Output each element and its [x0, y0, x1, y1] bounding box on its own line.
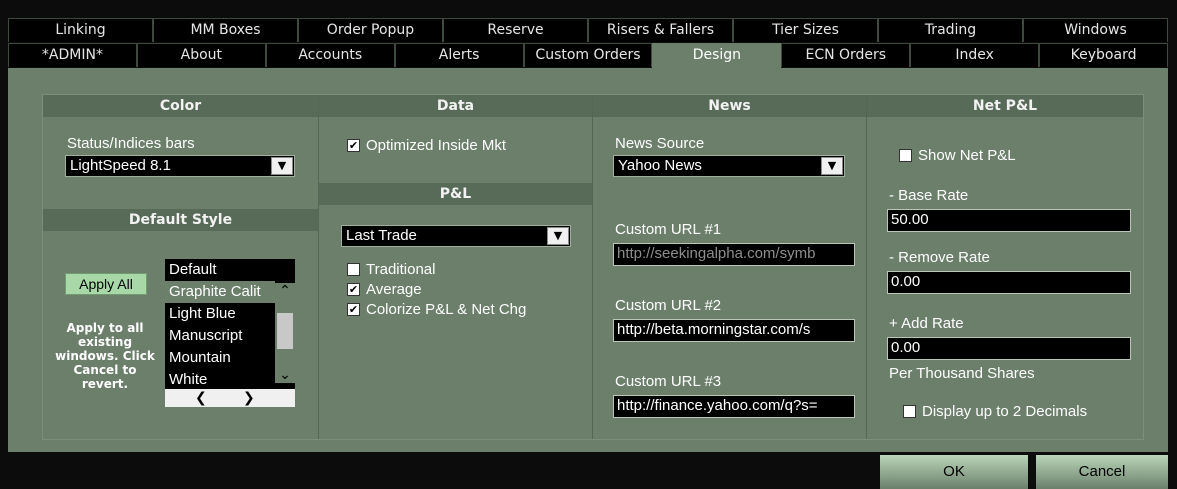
remove-rate-label: - Remove Rate [889, 249, 990, 266]
tab-ecn-orders[interactable]: ECN Orders [781, 43, 911, 67]
tab-design[interactable]: Design [652, 43, 782, 69]
scroll-thumb[interactable] [277, 313, 293, 349]
add-rate-field[interactable]: 0.00 [887, 337, 1131, 360]
tab-about[interactable]: About [136, 43, 266, 67]
average-box[interactable]: ✔ [347, 283, 360, 296]
optimized-label: Optimized Inside Mkt [366, 137, 507, 154]
pnl-mode-select[interactable]: Last Trade ▼ [341, 225, 571, 247]
settings-frame: Color Status/Indices bars LightSpeed 8.1… [42, 94, 1144, 440]
colorize-label: Colorize P&L & Net Chg [366, 301, 527, 318]
per-thousand-shares-label: Per Thousand Shares [889, 365, 1035, 382]
pnl-mode-value: Last Trade [346, 227, 417, 244]
list-item[interactable]: Light Blue [165, 303, 275, 325]
traditional-box[interactable] [347, 263, 360, 276]
traditional-checkbox[interactable]: Traditional [347, 261, 435, 278]
ok-button-label: OK [943, 463, 965, 480]
tab-row-1: Linking MM Boxes Order Popup Reserve Risers … [8, 18, 1168, 42]
tab-custom-orders[interactable]: Custom Orders [523, 43, 653, 67]
status-indices-label: Status/Indices bars [67, 135, 195, 152]
tab-admin[interactable]: *ADMIN* [8, 43, 137, 67]
colorize-checkbox[interactable]: ✔ Colorize P&L & Net Chg [347, 301, 526, 318]
scroll-down-icon[interactable]: ⌄ [275, 367, 295, 383]
tab-accounts[interactable]: Accounts [265, 43, 395, 67]
tab-risers-fallers[interactable]: Risers & Fallers [588, 18, 733, 42]
news-source-value: Yahoo News [618, 157, 702, 174]
news-source-label: News Source [615, 135, 705, 152]
list-item[interactable]: Default [165, 259, 275, 281]
custom-url2-label: Custom URL #2 [615, 297, 722, 314]
chevron-down-icon[interactable]: ▼ [821, 157, 843, 175]
scroll-left-icon[interactable]: ❮ [195, 389, 207, 407]
default-style-header: Default Style [43, 209, 318, 231]
cancel-button-label: Cancel [1078, 463, 1126, 480]
chevron-down-icon[interactable]: ▼ [271, 157, 293, 175]
base-rate-label: - Base Rate [889, 187, 969, 204]
style-items: Default Graphite Calit Light Blue Manuscrip… [165, 259, 275, 391]
style-hscroll[interactable]: ❮ ❯ [165, 389, 295, 407]
news-column: News News Source Yahoo News ▼ Custom URL… [593, 95, 867, 439]
ok-button[interactable]: OK [880, 455, 1028, 489]
design-panel: Color Status/Indices bars LightSpeed 8.1… [8, 68, 1168, 452]
custom-url3-field[interactable]: http://finance.yahoo.com/q?s= [613, 395, 855, 418]
colorize-box[interactable]: ✔ [347, 303, 360, 316]
cancel-button[interactable]: Cancel [1036, 455, 1168, 489]
net-pnl-header: Net P&L [867, 95, 1143, 117]
news-header: News [593, 95, 866, 117]
average-label: Average [366, 281, 422, 298]
optimized-inside-mkt-checkbox[interactable]: ✔ Optimized Inside Mkt [347, 137, 506, 154]
custom-url2-field[interactable]: http://beta.morningstar.com/s [613, 319, 855, 342]
custom-url1-field[interactable]: http://seekingalpha.com/symb [613, 243, 855, 266]
tab-keyboard[interactable]: Keyboard [1039, 43, 1169, 67]
tab-windows[interactable]: Windows [1023, 18, 1168, 42]
tab-order-popup[interactable]: Order Popup [298, 18, 443, 42]
tab-trading[interactable]: Trading [878, 18, 1023, 42]
tab-index[interactable]: Index [910, 43, 1040, 67]
tab-alerts[interactable]: Alerts [394, 43, 524, 67]
traditional-label: Traditional [366, 261, 436, 278]
net-pnl-column: Net P&L Show Net P&L - Base Rate 50.00 -… [867, 95, 1143, 439]
style-list[interactable]: Default Graphite Calit Light Blue Manuscrip… [165, 259, 295, 407]
list-item[interactable]: Graphite Calit [165, 281, 275, 303]
data-header: Data [319, 95, 592, 117]
scroll-up-icon[interactable]: ⌃ [275, 283, 295, 299]
tab-linking[interactable]: Linking [8, 18, 153, 42]
style-vscroll[interactable]: ⌃ ⌄ [275, 283, 295, 383]
custom-url1-label: Custom URL #1 [615, 221, 722, 238]
chevron-down-icon[interactable]: ▼ [547, 227, 569, 245]
display-decimals-checkbox[interactable]: Display up to 2 Decimals [903, 403, 1087, 420]
tab-row-2: *ADMIN* About Accounts Alerts Custom Orders D… [8, 43, 1169, 69]
pnl-header: P&L [319, 183, 592, 205]
show-net-pnl-checkbox[interactable]: Show Net P&L [899, 147, 1016, 164]
tab-mm-boxes[interactable]: MM Boxes [153, 18, 298, 42]
apply-all-button[interactable]: Apply All [65, 273, 147, 295]
news-source-select[interactable]: Yahoo News ▼ [613, 155, 845, 177]
show-net-pnl-box[interactable] [899, 149, 912, 162]
display-decimals-box[interactable] [903, 405, 916, 418]
add-rate-label: + Add Rate [889, 315, 964, 332]
scroll-right-icon[interactable]: ❯ [243, 389, 255, 407]
color-column: Color Status/Indices bars LightSpeed 8.1… [43, 95, 319, 439]
optimized-box[interactable]: ✔ [347, 139, 360, 152]
color-header: Color [43, 95, 318, 117]
base-rate-field[interactable]: 50.00 [887, 209, 1131, 232]
apply-note: Apply to all existing windows. Click Can… [55, 321, 155, 391]
display-decimals-label: Display up to 2 Decimals [922, 403, 1088, 420]
status-indices-select[interactable]: LightSpeed 8.1 ▼ [65, 155, 295, 177]
tab-tier-sizes[interactable]: Tier Sizes [733, 18, 878, 42]
data-column: Data ✔ Optimized Inside Mkt P&L Last Tra… [319, 95, 593, 439]
average-checkbox[interactable]: ✔ Average [347, 281, 422, 298]
remove-rate-field[interactable]: 0.00 [887, 271, 1131, 294]
list-item[interactable]: Mountain [165, 347, 275, 369]
list-item[interactable]: White [165, 369, 275, 391]
show-net-pnl-label: Show Net P&L [918, 147, 1016, 164]
list-item[interactable]: Manuscript [165, 325, 275, 347]
custom-url3-label: Custom URL #3 [615, 373, 722, 390]
status-indices-value: LightSpeed 8.1 [70, 157, 171, 174]
tab-reserve[interactable]: Reserve [443, 18, 588, 42]
